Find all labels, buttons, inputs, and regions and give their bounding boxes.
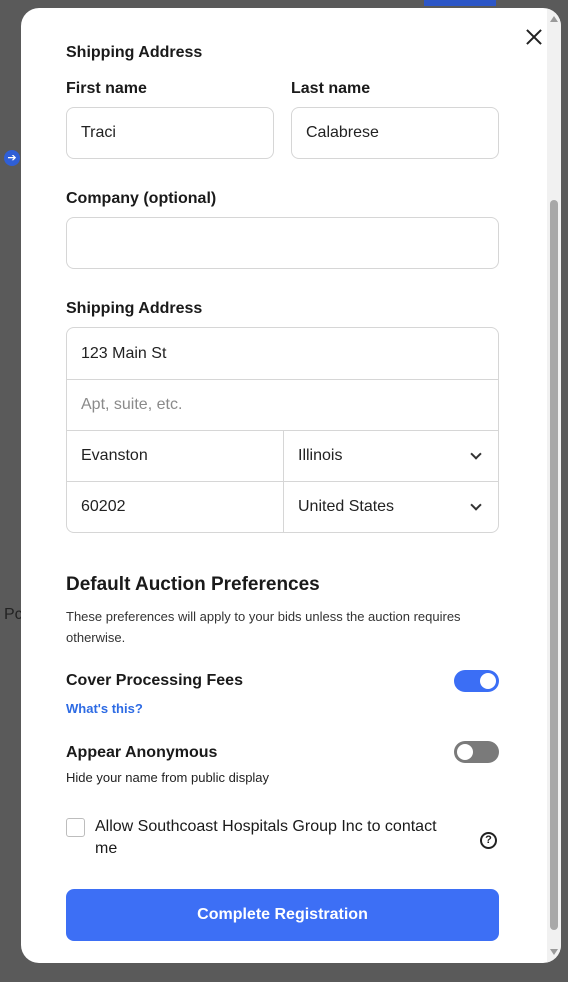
city-input[interactable]: Evanston (67, 431, 284, 481)
company-input[interactable] (66, 217, 499, 269)
preferences-title: Default Auction Preferences (66, 574, 320, 595)
arrow-right-icon: ➔ (4, 150, 20, 166)
complete-registration-label: Complete Registration (197, 906, 368, 923)
background-partial-text: Pc (4, 606, 23, 623)
anonymous-toggle[interactable] (454, 741, 499, 763)
scrollbar-thumb[interactable] (550, 200, 558, 930)
street-row: 123 Main St (67, 328, 498, 379)
scroll-up-icon[interactable] (550, 16, 558, 22)
zip-country-row: 60202 United States (67, 481, 498, 532)
cover-fees-toggle[interactable] (454, 670, 499, 692)
anonymous-description: Hide your name from public display (66, 770, 270, 785)
address-group: 123 Main St Apt, suite, etc. Evanston Il… (66, 327, 499, 533)
whats-this-link[interactable]: What's this? (66, 701, 143, 716)
first-name-value: Traci (81, 124, 116, 141)
first-name-input[interactable]: Traci (66, 107, 274, 159)
last-name-input[interactable]: Calabrese (291, 107, 499, 159)
background-button (424, 0, 496, 6)
state-value: Illinois (298, 447, 343, 464)
state-select[interactable]: Illinois (284, 431, 498, 481)
scrollbar[interactable] (547, 8, 561, 963)
cover-fees-label: Cover Processing Fees (66, 672, 243, 689)
anonymous-label: Appear Anonymous (66, 744, 218, 761)
last-name-label: Last name (291, 80, 371, 97)
first-name-label: First name (66, 80, 147, 97)
preferences-subtitle: These preferences will apply to your bid… (66, 609, 461, 645)
last-name-value: Calabrese (306, 124, 379, 141)
company-label: Company (optional) (66, 190, 217, 207)
toggle-knob (457, 744, 473, 760)
street-input[interactable]: 123 Main St (67, 328, 498, 379)
chevron-down-icon (470, 448, 482, 460)
country-select[interactable]: United States (284, 482, 498, 532)
apt-row: Apt, suite, etc. (67, 379, 498, 430)
city-state-row: Evanston Illinois (67, 430, 498, 481)
toggle-knob (480, 673, 496, 689)
address-label: Shipping Address (66, 300, 203, 317)
shipping-heading: Shipping Address (66, 44, 203, 61)
complete-registration-button[interactable]: Complete Registration (66, 889, 499, 941)
registration-modal: Shipping Address First name Traci Last n… (21, 8, 561, 963)
close-icon[interactable] (523, 26, 545, 48)
country-value: United States (298, 498, 395, 515)
scroll-down-icon[interactable] (550, 949, 558, 955)
contact-label: Allow Southcoast Hospitals Group Inc to … (95, 818, 437, 857)
chevron-down-icon (470, 499, 482, 511)
contact-checkbox[interactable] (66, 818, 85, 837)
help-icon[interactable]: ? (480, 832, 497, 849)
apt-input[interactable]: Apt, suite, etc. (67, 380, 498, 430)
zip-input[interactable]: 60202 (67, 482, 284, 532)
